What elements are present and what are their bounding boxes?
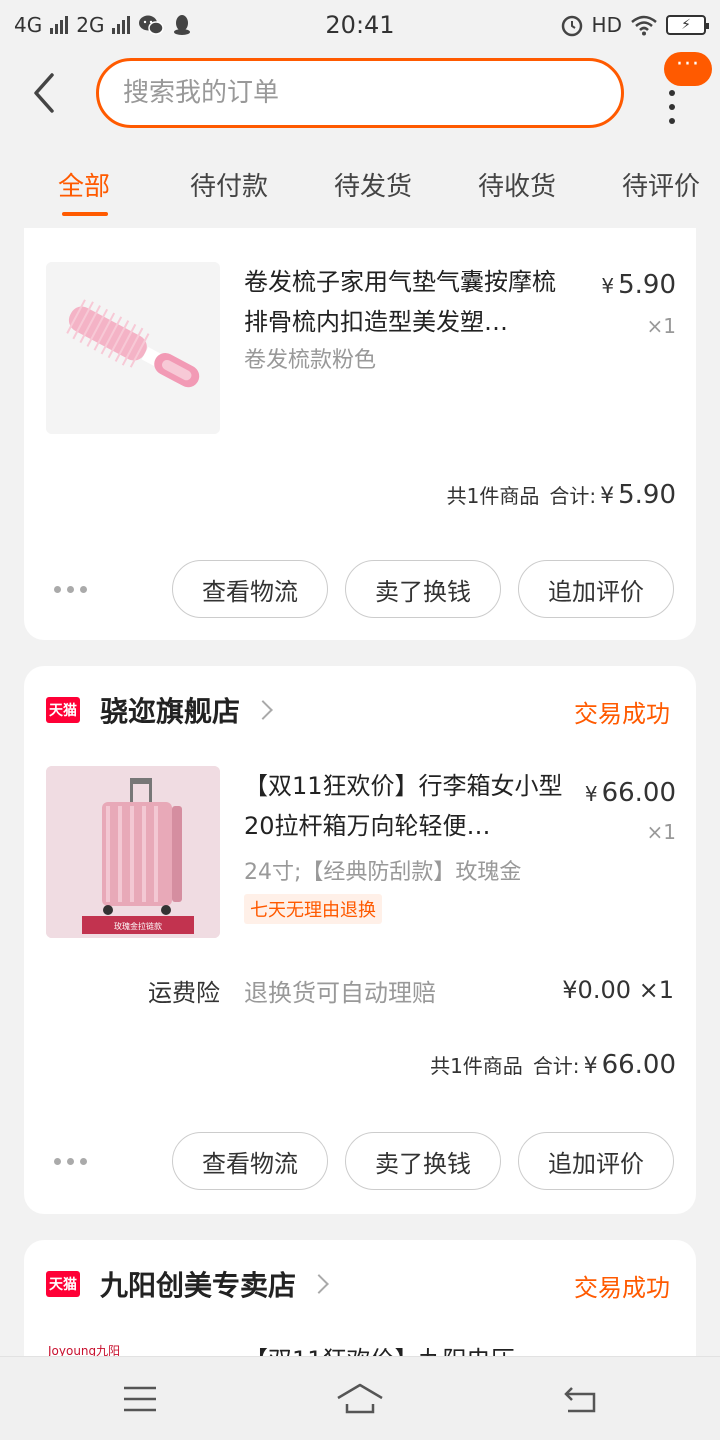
item-count-label: 共1件商品 bbox=[430, 1054, 523, 1078]
wechat-icon bbox=[139, 15, 165, 35]
total-amount: 66.00 bbox=[601, 1050, 676, 1080]
total-label: 合计: bbox=[549, 484, 597, 508]
status-left: 4G 2G bbox=[14, 13, 192, 37]
brand-label: Joyoung九阳 bbox=[48, 1344, 121, 1356]
message-badge: ··· bbox=[664, 52, 712, 86]
network-2g-label: 2G bbox=[76, 13, 105, 37]
shop-name: 骁迩旗舰店 bbox=[100, 695, 241, 728]
shop-header[interactable]: 天猫 九阳创美专卖店 bbox=[46, 1264, 329, 1304]
price-value: 66.00 bbox=[601, 778, 676, 808]
status-bar: 4G 2G 20:41 HD ⚡ bbox=[0, 0, 720, 50]
total-amount: 5.90 bbox=[618, 480, 676, 510]
order-card: 天猫 骁迩旗舰店 交易成功 玫瑰金拉链款 【双11狂欢价】行李箱女小型20拉杆箱… bbox=[24, 666, 696, 1214]
order-card: 天猫 九阳创美专卖店 交易成功 Joyoung九阳 【双11狂欢价】九阳电压… bbox=[24, 1240, 696, 1356]
menu-icon bbox=[124, 1386, 156, 1412]
chevron-right-icon bbox=[253, 700, 273, 720]
system-nav-bar bbox=[0, 1356, 720, 1440]
active-tab-indicator bbox=[62, 212, 108, 216]
product-quantity: ×1 bbox=[646, 314, 676, 338]
product-title[interactable]: 【双11狂欢价】九阳电压… bbox=[244, 1340, 574, 1356]
hd-label: HD bbox=[591, 13, 622, 37]
currency-symbol: ¥ bbox=[600, 484, 615, 509]
insurance-label: 运费险 bbox=[148, 978, 220, 1007]
back-button[interactable] bbox=[22, 68, 66, 118]
total-label: 合计: bbox=[532, 1054, 580, 1078]
product-quantity: ×1 bbox=[646, 820, 676, 844]
qq-icon bbox=[174, 15, 191, 35]
add-review-button[interactable]: 追加评价 bbox=[518, 1132, 674, 1190]
view-logistics-button[interactable]: 查看物流 bbox=[172, 1132, 328, 1190]
add-review-button[interactable]: 追加评价 bbox=[518, 560, 674, 618]
tab-pending-receipt[interactable]: 待收货 bbox=[478, 166, 556, 203]
product-price: ¥5.90 bbox=[601, 270, 676, 300]
shop-header[interactable]: 天猫 骁迩旗舰店 bbox=[46, 690, 273, 730]
shop-name: 九阳创美专卖店 bbox=[100, 1269, 297, 1302]
tab-pending-review[interactable]: 待评价 bbox=[622, 166, 700, 203]
view-logistics-button[interactable]: 查看物流 bbox=[172, 560, 328, 618]
order-total: 共1件商品 合计: ¥ 66.00 bbox=[430, 1050, 676, 1080]
product-title[interactable]: 【双11狂欢价】行李箱女小型20拉杆箱万向轮轻便… bbox=[244, 766, 574, 846]
product-title[interactable]: 卷发梳子家用气垫气囊按摩梳排骨梳内扣造型美发塑… bbox=[244, 262, 574, 342]
resell-button[interactable]: 卖了换钱 bbox=[345, 560, 501, 618]
more-vertical-icon bbox=[669, 90, 675, 124]
order-status: 交易成功 bbox=[574, 1274, 670, 1302]
chevron-right-icon bbox=[309, 1274, 329, 1294]
insurance-price: ¥0.00 ×1 bbox=[562, 976, 674, 1004]
more-actions-icon[interactable] bbox=[54, 586, 87, 593]
return-policy-badge: 七天无理由退换 bbox=[244, 894, 382, 924]
order-actions: 查看物流 卖了换钱 追加评价 bbox=[24, 1132, 696, 1190]
home-button[interactable] bbox=[330, 1377, 390, 1421]
tab-pending-payment[interactable]: 待付款 bbox=[190, 166, 268, 203]
suitcase-image: 玫瑰金拉链款 bbox=[46, 766, 220, 938]
search-box[interactable] bbox=[96, 58, 624, 128]
search-input[interactable] bbox=[123, 78, 597, 108]
hair-brush-image bbox=[46, 262, 220, 434]
tab-pending-shipment[interactable]: 待发货 bbox=[334, 166, 412, 203]
network-4g-label: 4G bbox=[14, 13, 43, 37]
item-count-label: 共1件商品 bbox=[446, 484, 540, 508]
header: ··· bbox=[0, 50, 720, 140]
order-status: 交易成功 bbox=[574, 700, 670, 728]
battery-charging-icon: ⚡ bbox=[666, 15, 709, 35]
return-icon bbox=[564, 1387, 596, 1413]
signal-icon bbox=[50, 16, 69, 34]
tmall-logo-icon: 天猫 bbox=[46, 697, 80, 723]
currency-symbol: ¥ bbox=[601, 274, 615, 298]
resell-button[interactable]: 卖了换钱 bbox=[345, 1132, 501, 1190]
more-actions-icon[interactable] bbox=[54, 1158, 87, 1165]
menu-button[interactable] bbox=[110, 1377, 170, 1421]
order-actions: 查看物流 卖了换钱 追加评价 bbox=[24, 560, 696, 618]
product-image[interactable]: 玫瑰金拉链款 bbox=[46, 766, 220, 938]
currency-symbol: ¥ bbox=[583, 1054, 598, 1079]
wifi-icon bbox=[631, 15, 657, 36]
product-image[interactable] bbox=[46, 262, 220, 434]
product-sku: 24寸;【经典防刮款】玫瑰金 bbox=[244, 860, 522, 885]
signal-icon bbox=[112, 16, 131, 34]
more-menu-button[interactable]: ··· bbox=[660, 52, 714, 132]
product-price: ¥66.00 bbox=[585, 778, 676, 808]
home-icon bbox=[337, 1383, 383, 1414]
price-value: 5.90 bbox=[618, 270, 676, 300]
order-total: 共1件商品 合计: ¥ 5.90 bbox=[447, 480, 676, 510]
back-nav-button[interactable] bbox=[550, 1377, 610, 1421]
status-right: HD ⚡ bbox=[560, 13, 709, 37]
order-list: 卷发梳子家用气垫气囊按摩梳排骨梳内扣造型美发塑… 卷发梳款粉色 ¥5.90 ×1… bbox=[0, 228, 720, 1356]
product-sku: 卷发梳款粉色 bbox=[244, 348, 377, 373]
product-image[interactable]: Joyoung九阳 bbox=[46, 1340, 220, 1356]
alarm-icon bbox=[561, 15, 582, 37]
shipping-insurance-row: 运费险 退换货可自动理赔 ¥0.00 ×1 bbox=[148, 970, 674, 1010]
order-tabs: 全部 待付款 待发货 待收货 待评价 bbox=[0, 160, 720, 224]
order-card: 卷发梳子家用气垫气囊按摩梳排骨梳内扣造型美发塑… 卷发梳款粉色 ¥5.90 ×1… bbox=[24, 228, 696, 640]
currency-symbol: ¥ bbox=[584, 782, 598, 806]
tmall-logo-icon: 天猫 bbox=[46, 1271, 80, 1297]
back-arrow-icon bbox=[34, 73, 54, 113]
image-caption: 玫瑰金拉链款 bbox=[114, 921, 162, 931]
insurance-desc: 退换货可自动理赔 bbox=[244, 978, 436, 1007]
tab-all[interactable]: 全部 bbox=[58, 166, 110, 203]
